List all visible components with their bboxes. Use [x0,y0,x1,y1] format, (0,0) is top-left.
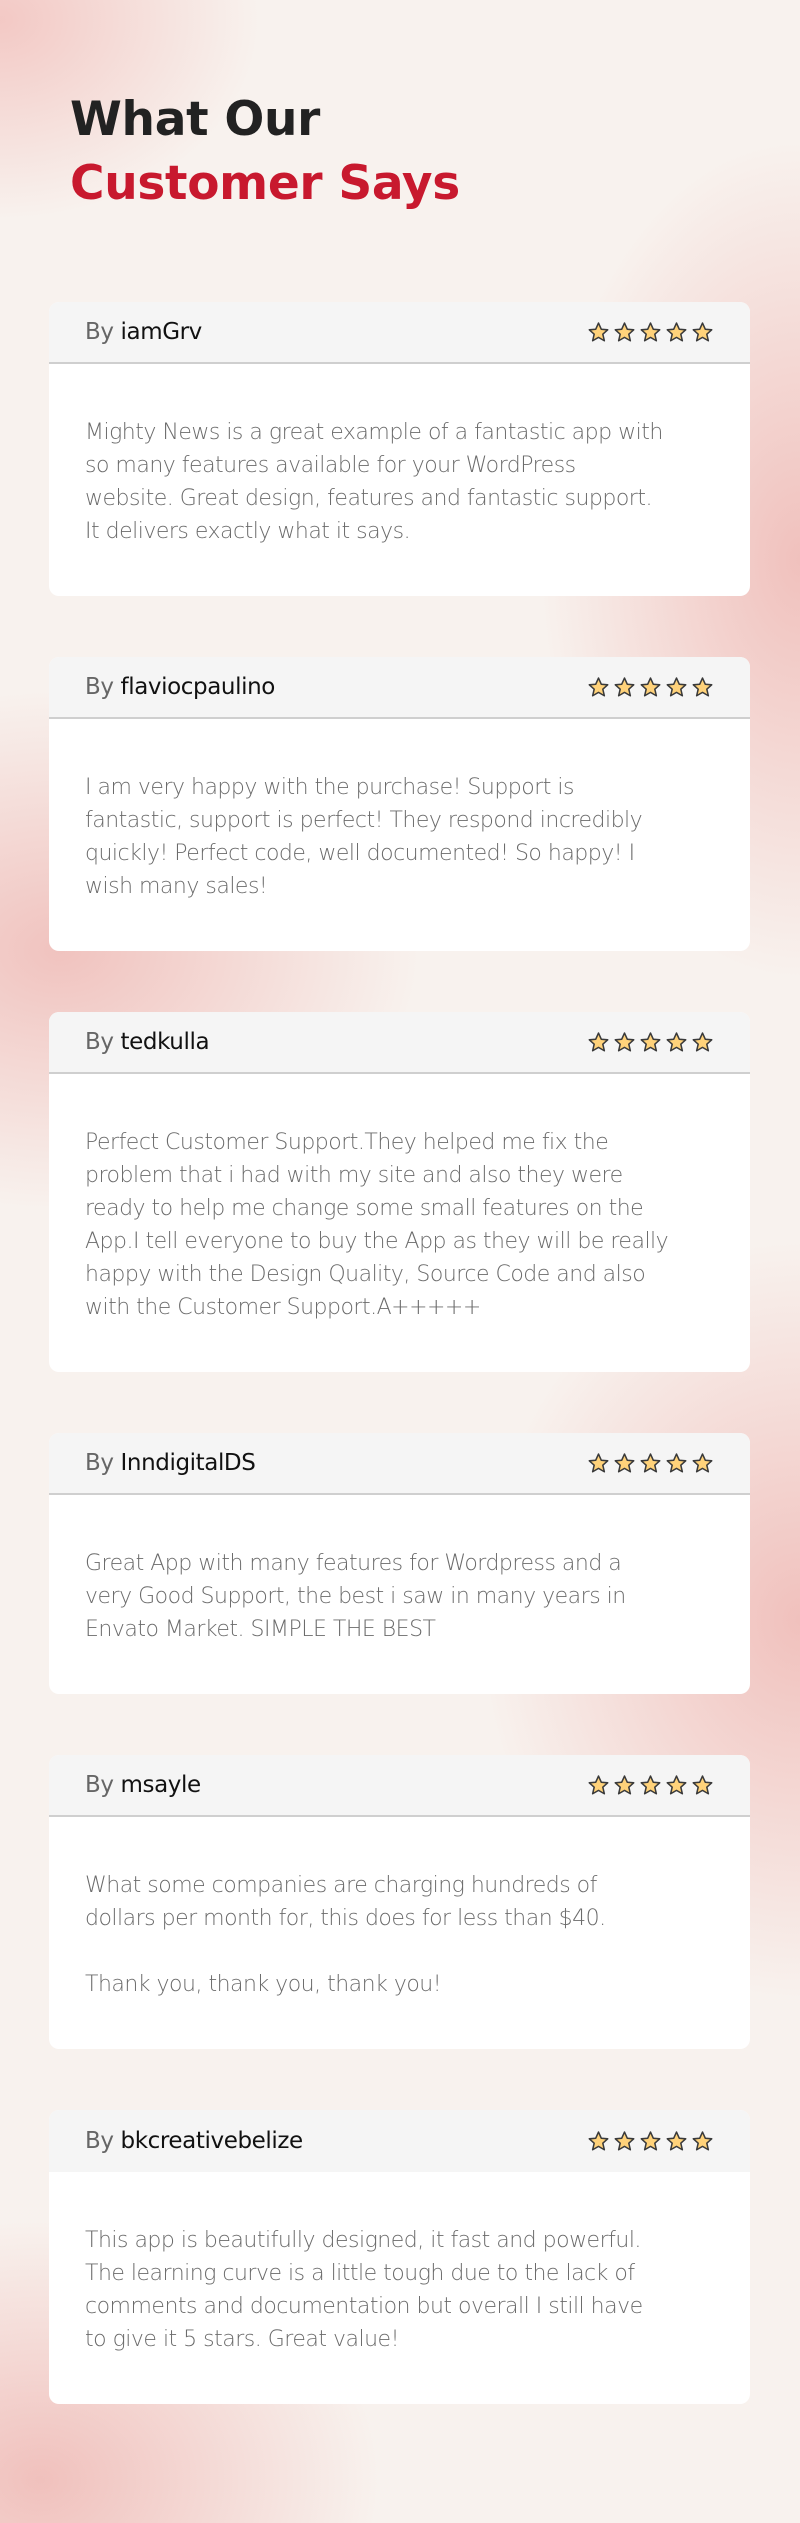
review-paragraph: I am very happy with the purchase! Suppo… [85,775,643,899]
review-card: By bkcreativebelize This app is beautifu… [49,2110,750,2404]
review-author: By iamGrv [85,319,202,345]
review-author: By tedkulla [85,1029,210,1055]
star-icon [692,2130,713,2151]
review-paragraph: What some companies are charging hundred… [85,1873,606,1931]
review-author: By InndigitalDS [85,1450,256,1476]
review-text: Great App with many features for Wordpre… [49,1495,750,1694]
author-name: flaviocpaulino [120,674,276,700]
star-icon [588,321,609,342]
star-icon [614,676,635,697]
review-paragraph: Great App with many features for Wordpre… [85,1551,626,1642]
star-icon [588,676,609,697]
star-icon [614,1774,635,1795]
review-author: By flaviocpaulino [85,674,275,700]
star-icon [666,1031,687,1052]
section-heading: What Our Customer Says [70,88,460,216]
review-header: By InndigitalDS [49,1433,750,1495]
star-rating [587,2130,714,2153]
review-paragraph: Perfect Customer Support.They helped me … [85,1130,669,1320]
star-icon [588,1452,609,1473]
heading-line-2: Customer Says [70,156,460,211]
star-icon [640,1774,661,1795]
star-icon [588,1774,609,1795]
reviews-list: By iamGrv Mighty News is a great example… [49,302,750,2465]
review-header: By flaviocpaulino [49,657,750,719]
review-paragraph: Thank you, thank you, thank you! [85,1972,442,1997]
star-icon [666,1452,687,1473]
star-rating [587,1774,714,1797]
star-icon [666,2130,687,2151]
review-card: By msayle What some companies are chargi… [49,1755,750,2049]
review-text: Mighty News is a great example of a fant… [49,364,750,596]
by-label: By [85,2128,114,2154]
review-text: I am very happy with the purchase! Suppo… [49,719,750,951]
review-paragraph: This app is beautifully designed, it fas… [85,2228,643,2352]
star-icon [588,1031,609,1052]
star-icon [640,2130,661,2151]
review-header: By msayle [49,1755,750,1817]
by-label: By [85,1450,114,1476]
by-label: By [85,674,114,700]
by-label: By [85,1772,114,1798]
review-header: By tedkulla [49,1012,750,1074]
star-icon [588,2130,609,2151]
star-rating [587,1452,714,1475]
star-icon [692,676,713,697]
review-card: By flaviocpaulino I am very happy with t… [49,657,750,951]
by-label: By [85,319,114,345]
star-rating [587,1031,714,1054]
by-label: By [85,1029,114,1055]
review-paragraph: Mighty News is a great example of a fant… [85,420,663,544]
star-icon [640,676,661,697]
review-text: This app is beautifully designed, it fas… [49,2172,750,2404]
star-icon [666,1774,687,1795]
star-rating [587,321,714,344]
star-icon [614,1452,635,1473]
star-icon [614,1031,635,1052]
star-icon [614,2130,635,2151]
review-card: By InndigitalDS Great App with many feat… [49,1433,750,1694]
star-icon [666,321,687,342]
review-text: What some companies are charging hundred… [49,1817,750,2049]
review-header: By iamGrv [49,302,750,364]
star-icon [614,321,635,342]
star-icon [640,321,661,342]
review-author: By msayle [85,1772,201,1798]
author-name: tedkulla [120,1029,210,1055]
star-icon [666,676,687,697]
author-name: bkcreativebelize [120,2128,304,2154]
heading-line-1: What Our [70,92,321,147]
review-card: By tedkulla Perfect Customer Support.The… [49,1012,750,1372]
review-header: By bkcreativebelize [49,2110,750,2172]
review-text: Perfect Customer Support.They helped me … [49,1074,750,1372]
star-icon [640,1031,661,1052]
author-name: iamGrv [120,319,203,345]
author-name: msayle [120,1772,202,1798]
star-icon [640,1452,661,1473]
star-icon [692,1774,713,1795]
star-icon [692,1452,713,1473]
review-card: By iamGrv Mighty News is a great example… [49,302,750,596]
star-icon [692,321,713,342]
star-rating [587,676,714,699]
review-author: By bkcreativebelize [85,2128,303,2154]
star-icon [692,1031,713,1052]
author-name: InndigitalDS [120,1450,256,1476]
